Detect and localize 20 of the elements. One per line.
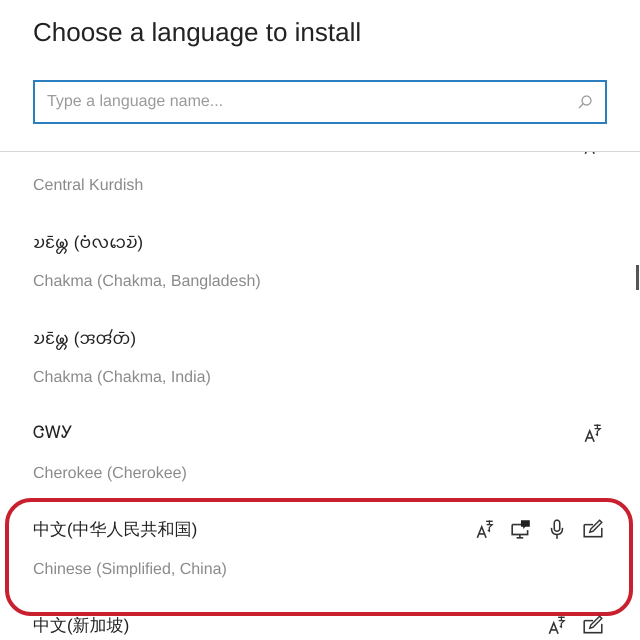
search-field[interactable]: Type a language name...: [33, 80, 607, 124]
language-name: Cherokee (Cherokee): [33, 464, 188, 484]
text-font-icon: [582, 422, 604, 444]
search-icon: [577, 94, 593, 110]
text-font-icon: [546, 614, 568, 636]
text-font-icon: [474, 518, 496, 540]
language-name: Chakma (Chakma, India): [33, 368, 212, 388]
language-name: Chakma (Chakma, Bangladesh): [33, 272, 262, 292]
monitor-speech-icon: [510, 518, 532, 540]
handwriting-pen-icon: [582, 614, 604, 636]
native-language-name: ᏣᎳᎩ: [33, 423, 73, 443]
native-language-name: 中文(新加坡): [33, 614, 130, 636]
dialog-title: Choose a language to install: [33, 16, 362, 49]
language-name: Chinese (Simplified, China): [33, 560, 228, 580]
scrollbar-thumb[interactable]: [636, 265, 639, 290]
native-language-name: 𑄌𑄋𑄴𑄟𑄳𑄦 (𑄞𑄢𑄧𑄖𑄴): [33, 328, 136, 349]
language-name: Central Kurdish: [33, 176, 144, 196]
native-language-name: 𑄌𑄋𑄴𑄟𑄳𑄦 (𑄝𑄁𑄣𑄘𑄬𑄌𑄴): [33, 232, 144, 253]
handwriting-pen-icon: [582, 518, 604, 540]
native-language-name: 中文(中华人民共和国): [33, 518, 198, 540]
